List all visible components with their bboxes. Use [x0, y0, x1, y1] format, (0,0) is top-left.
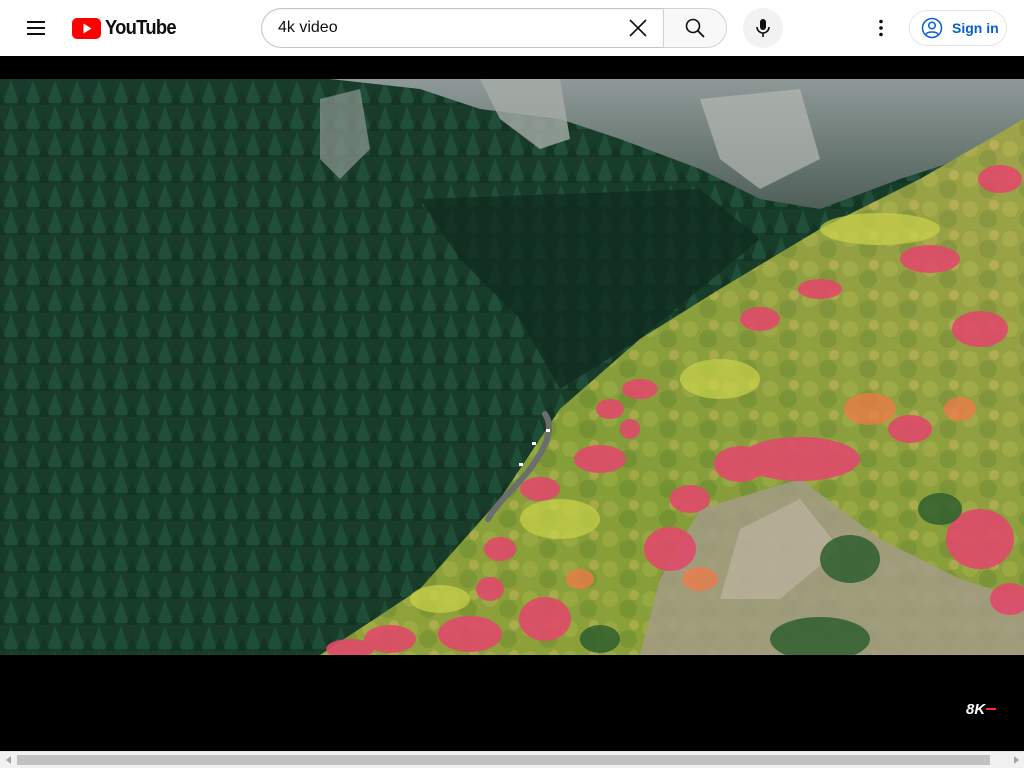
close-icon: [629, 19, 647, 37]
youtube-play-icon: [72, 17, 101, 39]
clear-search-button[interactable]: [619, 9, 657, 47]
logo-wordmark: YouTube: [105, 16, 177, 39]
youtube-logo[interactable]: YouTube: [72, 16, 182, 40]
voice-search-button[interactable]: [743, 8, 783, 48]
scroll-left-button[interactable]: [0, 752, 17, 768]
hamburger-menu-icon: [27, 21, 45, 35]
more-vert-icon: [879, 19, 883, 37]
video-frame[interactable]: [0, 79, 1024, 655]
video-player[interactable]: 8K: [0, 56, 1024, 751]
channel-watermark[interactable]: 8K: [966, 699, 1000, 719]
scroll-right-button[interactable]: [1007, 752, 1024, 768]
search-box: [261, 8, 663, 48]
scrollbar-thumb[interactable]: [17, 755, 990, 765]
scroll-right-arrow-icon: [1013, 756, 1019, 764]
search-input[interactable]: [278, 9, 628, 47]
settings-more-button[interactable]: [861, 8, 901, 48]
horizontal-scrollbar[interactable]: [0, 751, 1024, 768]
account-circle-icon: [921, 17, 943, 39]
sign-in-label: Sign in: [952, 20, 999, 36]
search-icon: [685, 18, 705, 38]
masthead: YouTube 4k video Sign in: [0, 0, 1024, 56]
guide-menu-button[interactable]: [16, 8, 56, 48]
scroll-left-arrow-icon: [5, 756, 11, 764]
microphone-icon: [756, 19, 770, 37]
watermark-text: 8K: [966, 701, 986, 718]
search-button[interactable]: [663, 8, 727, 48]
sign-in-button[interactable]: Sign in: [909, 10, 1007, 46]
